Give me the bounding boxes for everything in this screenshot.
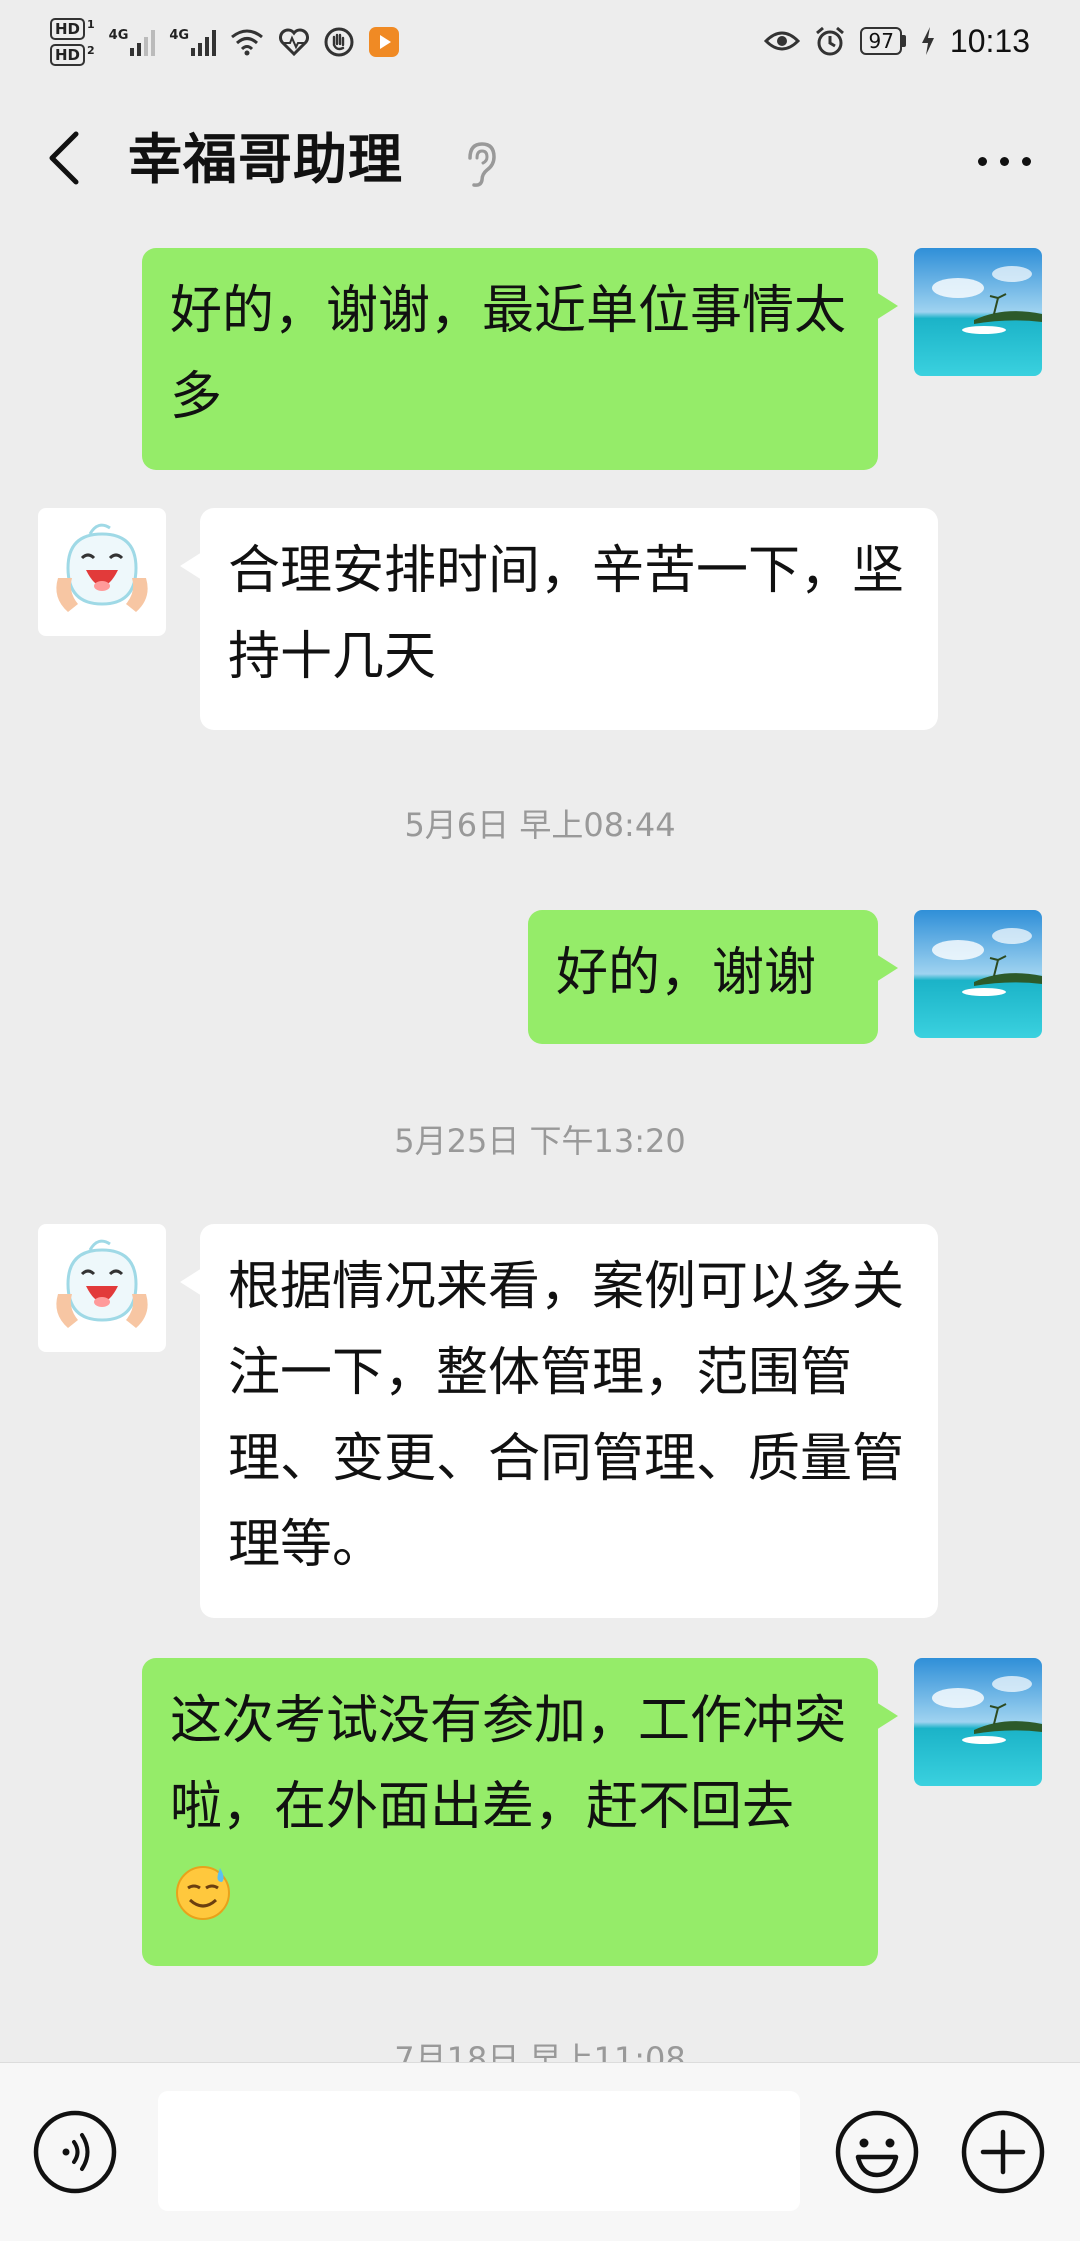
heartbeat-icon	[278, 28, 310, 56]
back-icon	[49, 131, 79, 185]
voice-icon	[33, 2110, 117, 2194]
alarm-icon	[814, 25, 846, 57]
more-button[interactable]	[964, 136, 1044, 186]
battery-tip	[901, 35, 906, 47]
message-text: 根据情况来看，案例可以多关注一下，整体管理，范围管理、变更、合同管理、质量管理等…	[228, 1257, 905, 1575]
hd-indicators: HD 1 HD 2	[50, 18, 95, 66]
signal-icon	[130, 28, 156, 56]
plus-icon	[961, 2110, 1045, 2194]
message-bubble-outgoing[interactable]: 好的，谢谢	[528, 910, 898, 1044]
message-bubble-incoming[interactable]: 根据情况来看，案例可以多关注一下，整体管理，范围管理、变更、合同管理、质量管理等…	[180, 1224, 938, 1618]
sim1-signal: 4G	[109, 28, 156, 56]
status-bar: HD 1 HD 2 4G 4G 97 10:13	[0, 0, 1080, 78]
battery-level: 97	[860, 27, 902, 55]
emoji-button[interactable]	[834, 2109, 920, 2195]
emoji-icon	[835, 2110, 919, 2194]
hd1-sub: 1	[87, 18, 95, 31]
message-timestamp: 5月25日 下午13:20	[394, 1122, 686, 1160]
ear-icon	[462, 140, 498, 192]
my-avatar[interactable]	[914, 910, 1042, 1038]
chat-title: 幸福哥助理	[128, 128, 403, 191]
hd1-label: HD	[50, 18, 86, 40]
video-app-icon	[368, 26, 400, 58]
sim2-signal: 4G	[169, 28, 217, 56]
hd2-sub: 2	[87, 44, 95, 57]
chat-header: 幸福哥助理	[0, 80, 1080, 240]
message-text: 合理安排时间，辛苦一下，坚持十几天	[228, 541, 905, 687]
battery-indicator: 97	[860, 27, 906, 55]
message-text: 好的，谢谢，最近单位事情太多	[170, 281, 847, 427]
message-text: 好的，谢谢	[556, 943, 817, 1003]
clock: 10:13	[949, 22, 1030, 59]
my-avatar[interactable]	[914, 1658, 1042, 1786]
hd1-indicator: HD 1	[50, 18, 95, 40]
back-button[interactable]	[34, 118, 94, 198]
message-bubble-outgoing[interactable]: 好的，谢谢，最近单位事情太多	[142, 248, 898, 470]
input-bar	[0, 2062, 1080, 2241]
eye-icon	[764, 28, 801, 54]
status-bar-left: HD 1 HD 2 4G 4G	[50, 12, 400, 72]
message-bubble-incoming[interactable]: 合理安排时间，辛苦一下，坚持十几天	[180, 508, 938, 730]
charging-icon	[920, 26, 936, 56]
status-bar-right: 97 10:13	[764, 16, 1030, 66]
wifi-icon	[230, 28, 264, 56]
contact-avatar[interactable]	[38, 508, 166, 636]
contact-avatar[interactable]	[38, 1224, 166, 1352]
message-text: 这次考试没有参加，工作冲突啦，在外面出差，赶不回去	[170, 1691, 847, 1837]
more-functions-button[interactable]	[960, 2109, 1046, 2195]
more-icon	[977, 156, 1031, 166]
signal-icon	[191, 28, 217, 56]
sim1-network-tag: 4G	[108, 28, 129, 43]
message-bubble-outgoing[interactable]: 这次考试没有参加，工作冲突啦，在外面出差，赶不回去	[142, 1658, 898, 1966]
message-input[interactable]	[158, 2091, 800, 2211]
hand-icon	[324, 27, 354, 57]
hd2-indicator: HD 2	[50, 44, 95, 66]
hd2-label: HD	[50, 44, 86, 66]
sweat-smile-emoji	[172, 1860, 234, 1948]
sim2-network-tag: 4G	[169, 28, 190, 43]
voice-button[interactable]	[32, 2109, 118, 2195]
my-avatar[interactable]	[914, 248, 1042, 376]
message-timestamp: 5月6日 早上08:44	[404, 806, 676, 844]
